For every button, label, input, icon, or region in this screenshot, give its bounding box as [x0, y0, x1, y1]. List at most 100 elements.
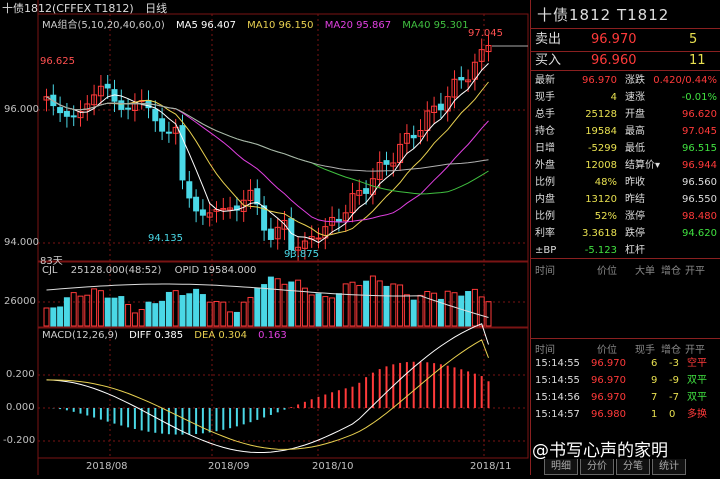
- sidebar-title: 十债1812 T1812: [537, 6, 670, 24]
- stat-value: 13120: [585, 194, 617, 205]
- volume-bar: [390, 283, 397, 327]
- candle-body: [199, 209, 206, 216]
- stat-label: 速涨: [625, 92, 645, 103]
- candle-body: [315, 237, 322, 240]
- volume-bar: [363, 280, 370, 327]
- chart-area[interactable]: 十债1812(CFFEX T1812) 日线 MA组合(5,10,20,40,6…: [0, 0, 530, 475]
- volume-bar: [125, 303, 132, 327]
- candle-body: [118, 100, 125, 110]
- sell-row[interactable]: 卖出 96.970 5: [531, 30, 720, 50]
- candle-body: [152, 108, 159, 122]
- ma40-label: MA40 95.301: [402, 20, 469, 31]
- volume-bar: [465, 291, 472, 327]
- stat-label: 持仓: [535, 126, 555, 137]
- trade-price: 96.970: [591, 358, 626, 369]
- macd-tick-0: 0.000: [6, 402, 35, 413]
- buy-row[interactable]: 买入 96.960 11: [531, 51, 720, 71]
- volume-bar: [254, 287, 261, 327]
- tab-price-dist[interactable]: 分价: [580, 459, 614, 475]
- volume-bar: [342, 283, 349, 327]
- volume-bar: [43, 307, 50, 327]
- tab-ticks[interactable]: 分笔: [616, 459, 650, 475]
- stat-label: 昨收: [625, 177, 645, 188]
- volume-bar: [322, 296, 329, 327]
- chart-canvas[interactable]: [0, 0, 530, 475]
- col-header: 现手: [635, 345, 655, 356]
- trade-row[interactable]: 15:14:57 96.980 1 0 多换: [531, 406, 720, 423]
- candle-body: [410, 134, 417, 139]
- sell-qty: 5: [689, 32, 698, 47]
- volume-bar: [206, 301, 213, 327]
- trade-qty: 7: [651, 392, 658, 403]
- stat-label: 比例: [535, 177, 555, 188]
- col-header: 价位: [597, 345, 617, 356]
- trade-time: 15:14:55: [535, 375, 580, 386]
- stat-value: 98.480: [682, 211, 717, 222]
- ma60-line: [46, 96, 489, 172]
- stat-value: 97.045: [682, 126, 717, 137]
- macd-legend: MACD(12,26,9) DIFF 0.385 DEA 0.304 0.163: [42, 330, 287, 341]
- trade-time: 15:14:55: [535, 358, 580, 369]
- volume-bar: [458, 295, 465, 327]
- col-header: 增仓: [661, 266, 681, 277]
- stat-label: 比例: [535, 211, 555, 222]
- stat-label: 外盘: [535, 160, 555, 171]
- stat-value: 96.620: [682, 109, 717, 120]
- volume-bar: [118, 296, 125, 327]
- stat-row: 日增 -5299 最低 96.515: [531, 140, 720, 157]
- volume-bar: [220, 301, 227, 327]
- volume-bar: [131, 312, 138, 327]
- stat-label: 总手: [535, 109, 555, 120]
- period-label[interactable]: 日线: [145, 2, 167, 15]
- volume-bar: [77, 295, 84, 327]
- annotation-high-right: 97.045: [468, 28, 503, 39]
- trade-type: 多换: [687, 409, 707, 420]
- trade-row[interactable]: 15:14:55 96.970 9 -9 双平: [531, 372, 720, 389]
- volume-bar: [267, 276, 274, 327]
- candle-body: [70, 115, 77, 118]
- macd-label: MACD(12,26,9): [42, 330, 118, 341]
- ma40-line: [46, 96, 489, 195]
- stat-value: 96.515: [682, 143, 717, 154]
- stat-label: 日增: [535, 143, 555, 154]
- opid-value: OPID 19584.000: [174, 265, 257, 276]
- tab-detail[interactable]: 明细: [544, 459, 578, 475]
- sell-price: 96.970: [591, 32, 637, 47]
- col-header: 时间: [535, 266, 555, 277]
- volume-bar: [485, 301, 492, 327]
- tab-stats[interactable]: 统计: [652, 459, 686, 475]
- stat-row: 持仓 19584 最高 97.045: [531, 123, 720, 140]
- annotation-high-left: 96.625: [40, 56, 75, 67]
- trade-qty: 9: [651, 375, 658, 386]
- price-tick-94: 94.000: [4, 237, 39, 248]
- stat-row: 利率 3.3618 跌停 94.620: [531, 225, 720, 242]
- instrument-title: 十债1812(CFFEX T1812): [2, 2, 134, 15]
- volume-bar: [111, 297, 118, 327]
- candle-body: [363, 188, 370, 194]
- stat-row: 现手 4 速涨 -0.01%: [531, 89, 720, 106]
- stat-label: 跌停: [625, 228, 645, 239]
- trade-time: 15:14:56: [535, 392, 580, 403]
- volume-bar: [179, 295, 186, 327]
- price-panel-frame: [37, 13, 529, 262]
- volume-bar: [471, 288, 478, 327]
- stat-row: ±BP -5.123 杠杆: [531, 242, 720, 259]
- volume-bar: [315, 293, 322, 327]
- volume-bar: [193, 288, 200, 327]
- trade-row[interactable]: 15:14:56 96.970 7 -7 双平: [531, 389, 720, 406]
- stat-value: 96.944: [682, 160, 717, 171]
- quote-sidebar: 十债1812 T1812 卖出 96.970 5 买入 96.960 11 最新…: [530, 0, 720, 475]
- volume-bar: [172, 290, 179, 327]
- stat-value: -5.123: [584, 245, 617, 256]
- volume-tick: 26000: [4, 296, 36, 307]
- candle-body: [254, 188, 261, 205]
- volume-bar: [186, 293, 193, 327]
- ma5-label: MA5 96.407: [175, 20, 236, 31]
- trade-type: 双平: [687, 375, 707, 386]
- candle-body: [383, 160, 390, 165]
- stat-row: 最新 96.970 涨跌 0.420/0.44%: [531, 72, 720, 89]
- stat-label: 涨停: [625, 211, 645, 222]
- trade-inc: -7: [669, 392, 679, 403]
- stat-value: 96.560: [682, 177, 717, 188]
- trade-row[interactable]: 15:14:55 96.970 6 -3 空平: [531, 355, 720, 372]
